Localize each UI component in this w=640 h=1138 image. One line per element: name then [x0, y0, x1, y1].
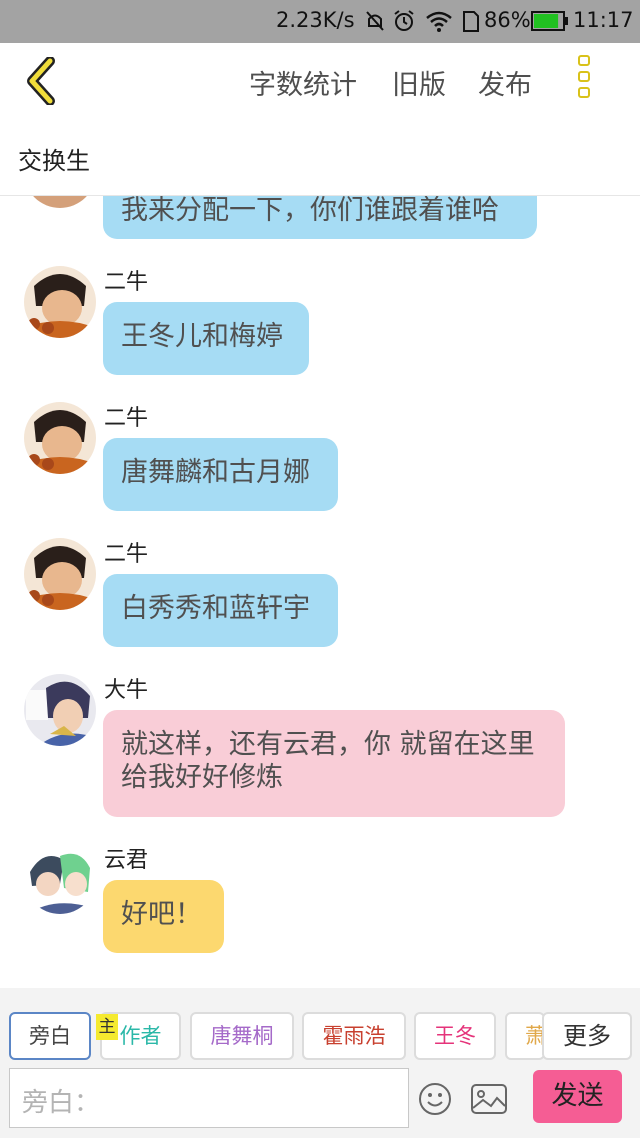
image-icon[interactable]	[471, 1084, 507, 1114]
battery-percent: 86%	[484, 8, 531, 32]
sim-icon	[463, 11, 479, 32]
sender-name: 二牛	[104, 406, 149, 431]
more-options-icon[interactable]	[578, 55, 598, 107]
message-text: 唐舞麟和古月娜	[121, 457, 310, 488]
message-text: 好吧！	[121, 899, 202, 930]
send-button[interactable]: 发送	[533, 1070, 622, 1123]
old-version-button[interactable]: 旧版	[392, 63, 446, 102]
more-roles-button[interactable]: 更多	[542, 1012, 632, 1060]
message-bubble[interactable]: 我来分配一下，你们谁跟着谁哈	[103, 196, 537, 239]
avatar	[24, 674, 96, 746]
status-bar: 2.23K/s 86% 11:17	[0, 0, 640, 43]
wifi-icon	[425, 10, 453, 32]
narrator-role-chip[interactable]: 旁白	[9, 1012, 91, 1060]
avatar	[24, 266, 96, 338]
message-bubble[interactable]: 白秀秀和蓝轩宇	[103, 574, 338, 647]
role-chip[interactable]: 萧	[505, 1012, 545, 1060]
role-chip[interactable]: 霍雨浩	[302, 1012, 406, 1060]
avatar	[24, 538, 96, 610]
story-title-bar: 交换生	[0, 121, 640, 196]
role-chip[interactable]: 王冬	[414, 1012, 496, 1060]
publish-button[interactable]: 发布	[478, 63, 532, 102]
host-tag: 主	[96, 1014, 118, 1040]
avatar	[24, 842, 96, 914]
role-chip[interactable]: 唐舞桐	[190, 1012, 294, 1060]
avatar	[24, 196, 96, 208]
back-arrow-icon[interactable]	[22, 56, 62, 106]
alarm-icon	[393, 9, 415, 33]
chat-list[interactable]: 我来分配一下，你们谁跟着谁哈 二牛 王冬儿和梅婷 二牛 唐舞麟和古月娜 二牛 白…	[0, 196, 640, 988]
message-input[interactable]: 旁白：	[9, 1068, 409, 1128]
word-count-button[interactable]: 字数统计	[249, 63, 357, 102]
network-speed: 2.23K/s	[276, 8, 355, 32]
message-text: 我来分配一下，你们谁跟着谁哈	[121, 196, 499, 226]
battery-icon	[531, 11, 569, 31]
message-text: 白秀秀和蓝轩宇	[121, 593, 310, 624]
mute-icon	[365, 10, 385, 32]
message-bubble[interactable]: 王冬儿和梅婷	[103, 302, 309, 375]
sender-name: 二牛	[104, 270, 149, 295]
top-toolbar: 字数统计 旧版 发布	[0, 43, 640, 121]
message-text: 就这样，还有云君，你 就留在这里给我好好修炼	[121, 729, 535, 793]
clock: 11:17	[573, 8, 634, 32]
message-bubble[interactable]: 好吧！	[103, 880, 224, 953]
avatar	[24, 402, 96, 474]
message-text: 王冬儿和梅婷	[121, 321, 283, 352]
story-title[interactable]: 交换生	[18, 141, 90, 176]
sender-name: 云君	[104, 848, 149, 873]
sender-name: 二牛	[104, 542, 149, 567]
message-bubble[interactable]: 唐舞麟和古月娜	[103, 438, 338, 511]
composer-panel: 旁白 作者 主 唐舞桐 霍雨浩 王冬 萧 更多 旁白： 发送	[0, 988, 640, 1138]
message-bubble[interactable]: 就这样，还有云君，你 就留在这里给我好好修炼	[103, 710, 565, 817]
sender-name: 大牛	[104, 678, 149, 703]
emoji-icon[interactable]	[418, 1082, 452, 1116]
input-placeholder: 旁白：	[22, 1088, 101, 1118]
